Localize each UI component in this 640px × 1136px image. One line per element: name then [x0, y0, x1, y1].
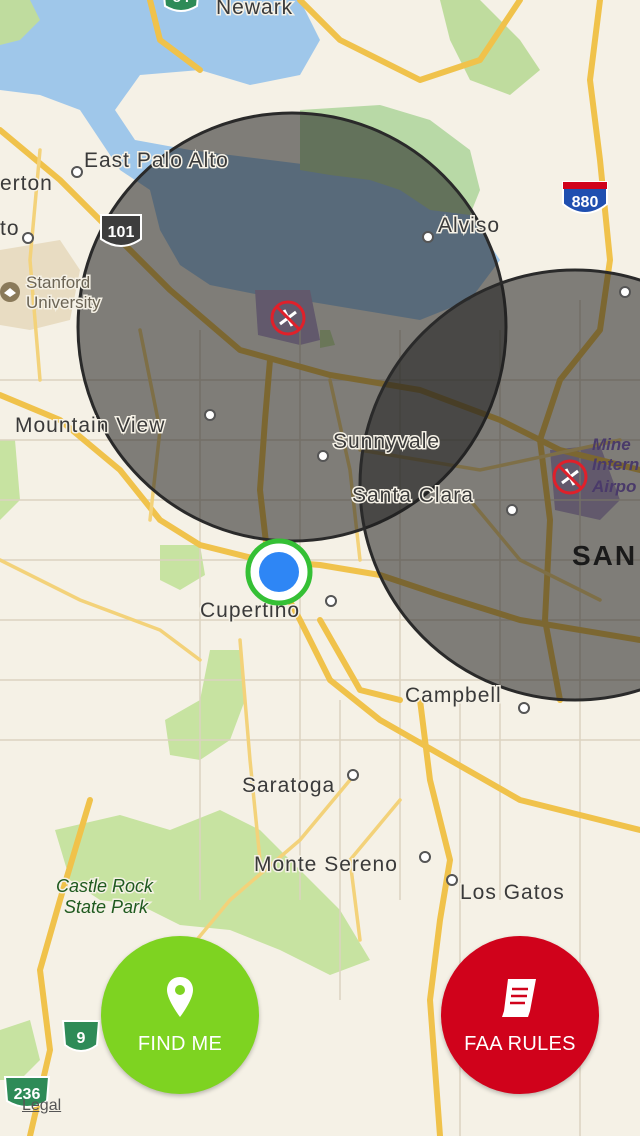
label-airport: Airpo	[591, 477, 636, 496]
label-university: University	[26, 293, 101, 312]
faa-rules-label: FAA RULES	[464, 1032, 576, 1055]
label-monte-sereno: Monte Sereno	[254, 853, 398, 876]
label-los-gatos: Los Gatos	[460, 881, 565, 904]
user-location-icon[interactable]	[245, 538, 313, 606]
shield-us101-icon: 101	[100, 214, 142, 247]
label-newark: Newark	[216, 0, 293, 19]
label-sunnyvale: Sunnyvale	[333, 430, 440, 453]
label-campbell: Campbell	[405, 684, 502, 707]
label-palo-alto: to	[0, 217, 20, 240]
label-stanford: Stanford	[26, 273, 90, 292]
faa-rules-button[interactable]: FAA RULES	[441, 936, 599, 1094]
map-pin-icon	[165, 975, 195, 1019]
shield-i880-icon: 880	[562, 181, 608, 214]
app-screen: Newark East Palo Alto erton to Alviso Mo…	[0, 0, 640, 1136]
shield-ca9-label: 9	[77, 1030, 86, 1047]
university-icon	[0, 282, 20, 302]
label-castle-rock: Castle Rock	[56, 876, 154, 896]
shield-ca9-icon: 9	[61, 1020, 101, 1052]
label-alviso: Alviso	[438, 214, 500, 237]
label-saratoga: Saratoga	[242, 774, 335, 797]
label-mineta: Mine	[592, 435, 631, 454]
book-icon	[498, 975, 542, 1019]
shield-i880-label: 880	[572, 194, 599, 211]
find-me-label: FIND ME	[137, 1032, 223, 1055]
label-international: Intern	[592, 455, 639, 474]
label-state-park: State Park	[64, 897, 149, 917]
label-santa-clara: Santa Clara	[352, 484, 474, 507]
label-mountain-view: Mountain View	[15, 414, 165, 437]
label-atherton: erton	[0, 172, 53, 195]
shield-ca84-label: 84	[173, 0, 190, 6]
legal-link[interactable]: Legal	[22, 1097, 61, 1115]
find-me-button[interactable]: FIND ME	[101, 936, 259, 1094]
label-san-jose: SAN	[572, 540, 637, 571]
shield-us101-label: 101	[108, 224, 135, 241]
label-east-palo-alto: East Palo Alto	[84, 149, 229, 172]
